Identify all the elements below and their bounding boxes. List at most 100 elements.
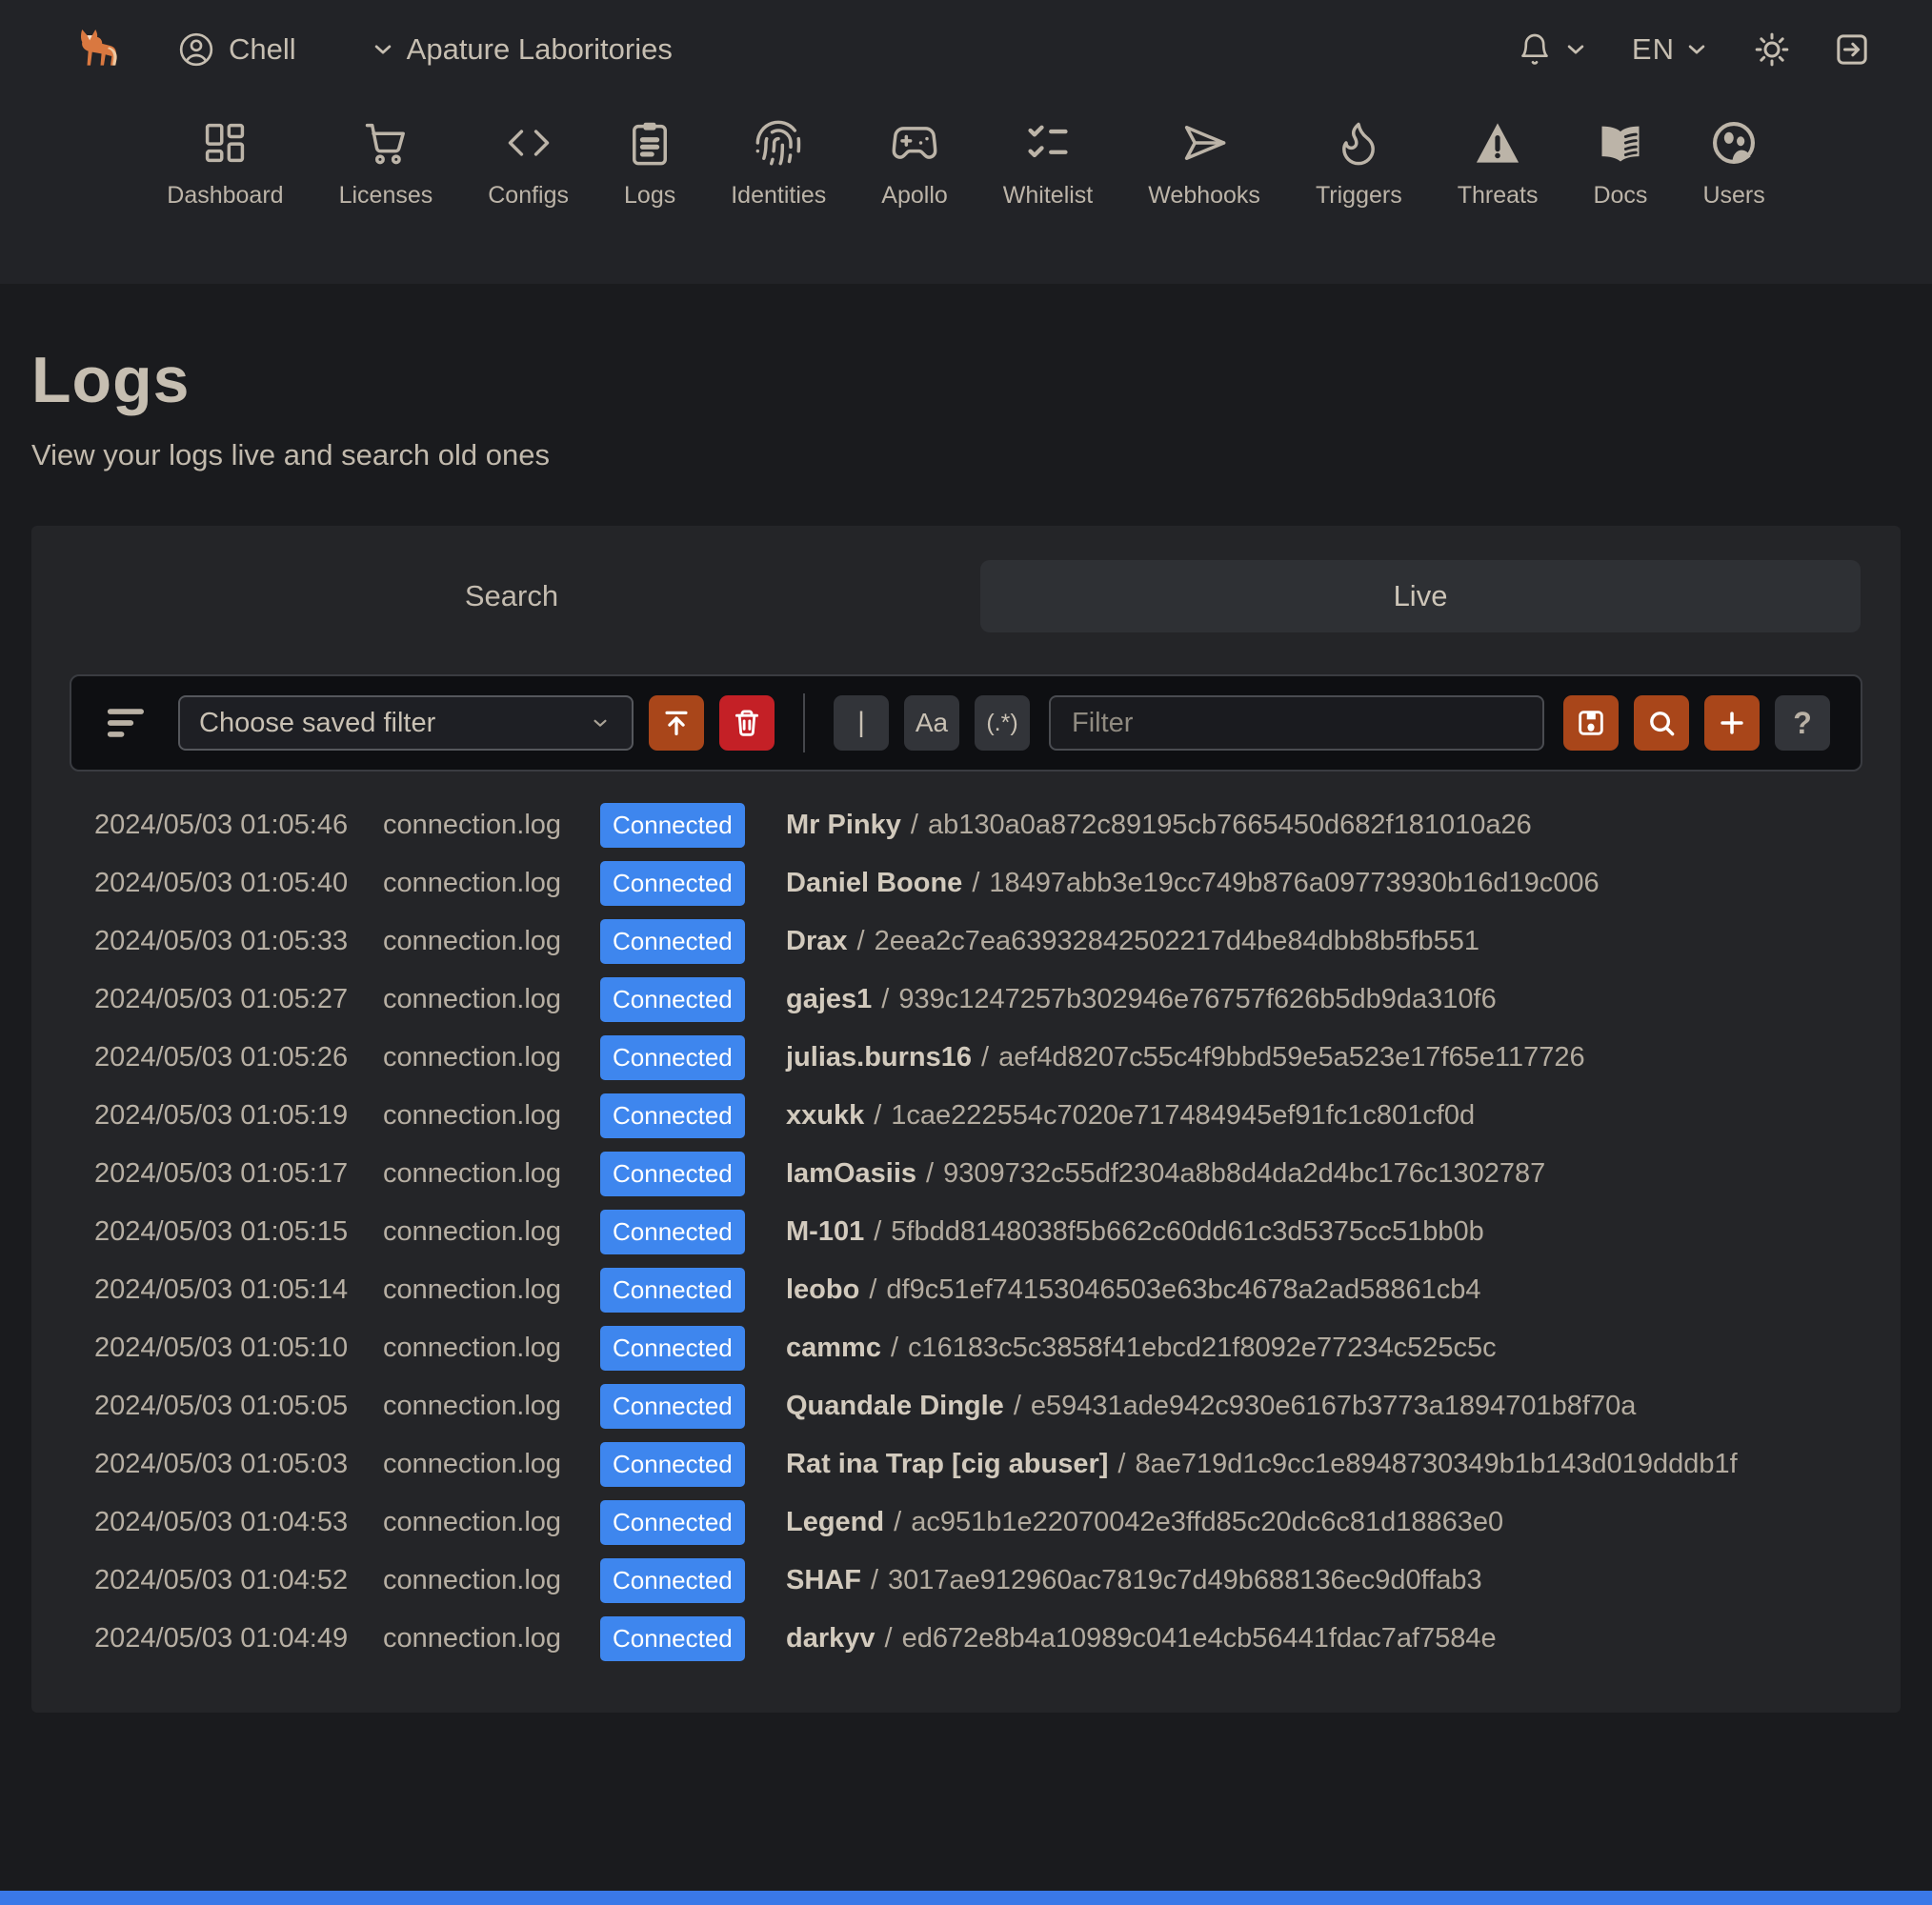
chevron-down-icon (594, 719, 607, 727)
logout-button[interactable] (1833, 30, 1871, 69)
log-row: 2024/05/03 01:04:49 connection.log Conne… (94, 1610, 1901, 1668)
nav-item-threats[interactable]: Threats (1458, 118, 1538, 210)
delete-filter-button[interactable] (719, 695, 775, 751)
log-hash: 18497abb3e19cc749b876a09773930b16d19c006 (989, 868, 1600, 898)
log-timestamp: 2024/05/03 01:04:52 (94, 1565, 349, 1595)
save-filter-button[interactable] (1563, 695, 1619, 751)
nav-item-configs[interactable]: Configs (488, 118, 569, 210)
nav-item-identities[interactable]: Identities (731, 118, 826, 210)
log-user-name: SHAF (786, 1565, 861, 1595)
upload-icon (665, 711, 688, 735)
status-badge: Connected (600, 1384, 745, 1429)
help-button[interactable]: ? (1775, 695, 1830, 751)
match-case-toggle[interactable]: Aa (904, 695, 959, 751)
bell-icon (1521, 33, 1548, 65)
log-file: connection.log (383, 1565, 562, 1595)
tab-live[interactable]: Live (980, 560, 1861, 632)
log-user-name: leobo (786, 1274, 860, 1305)
bottom-bar (0, 1891, 1932, 1905)
save-icon (1579, 711, 1603, 735)
log-message: cammc / c16183c5c3858f41ebcd21f8092e77234c… (786, 1333, 1497, 1364)
whole-word-toggle[interactable]: | (834, 695, 889, 751)
nav-item-docs[interactable]: Docs (1593, 118, 1647, 210)
log-file: connection.log (383, 1333, 562, 1363)
toolbar-divider (803, 693, 805, 752)
warning-icon (1476, 123, 1519, 163)
log-row: 2024/05/03 01:05:19 connection.log Conne… (94, 1087, 1901, 1145)
logs-tabbar: Search Live (31, 526, 1901, 632)
log-hash: df9c51ef74153046503e63bc4678a2ad58861cb4 (886, 1274, 1481, 1305)
log-timestamp: 2024/05/03 01:05:26 (94, 1042, 349, 1073)
log-file: connection.log (383, 1100, 562, 1131)
nav-item-logs[interactable]: Logs (624, 118, 675, 210)
log-file: connection.log (383, 1274, 562, 1305)
nav-item-whitelist[interactable]: Whitelist (1003, 118, 1093, 210)
saved-filter-value: Choose saved filter (199, 707, 436, 738)
status-badge: Connected (600, 1268, 745, 1313)
log-message: leobo / df9c51ef74153046503e63bc4678a2ad58… (786, 1274, 1481, 1306)
nav-label: Licenses (338, 182, 433, 209)
log-status-cell: Connected (600, 1152, 786, 1196)
log-hash: c16183c5c3858f41ebcd21f8092e77234c525c5c (908, 1333, 1497, 1363)
log-row: 2024/05/03 01:05:10 connection.log Conne… (94, 1319, 1901, 1377)
tab-search[interactable]: Search (71, 560, 952, 632)
language-selector[interactable]: EN (1632, 32, 1711, 67)
log-row: 2024/05/03 01:05:17 connection.log Conne… (94, 1145, 1901, 1203)
regex-toggle[interactable]: (.*) (975, 695, 1030, 751)
saved-filter-select[interactable]: Choose saved filter (178, 695, 634, 751)
log-status-cell: Connected (600, 1210, 786, 1254)
add-filter-button[interactable] (1704, 695, 1760, 751)
import-filter-button[interactable] (649, 695, 704, 751)
log-user-name: cammc (786, 1333, 881, 1363)
log-message: Mr Pinky / ab130a0a872c89195cb7665450d682f… (786, 810, 1532, 841)
log-hash: 8ae719d1c9cc1e8948730349b1b143d019dddb1f (1135, 1449, 1738, 1479)
log-file: connection.log (383, 1042, 562, 1073)
log-row: 2024/05/03 01:05:05 connection.log Conne… (94, 1377, 1901, 1435)
log-hash: 1cae222554c7020e717484945ef91fc1c801cf0d (891, 1100, 1476, 1131)
status-badge: Connected (600, 1152, 745, 1196)
log-status-cell: Connected (600, 1326, 786, 1371)
log-row: 2024/05/03 01:05:27 connection.log Conne… (94, 971, 1901, 1029)
trash-icon (735, 710, 759, 736)
sun-icon (1755, 32, 1789, 67)
nav-label: Apollo (881, 182, 948, 209)
log-hash: 939c1247257b302946e76757f626b5db9da310f6 (898, 984, 1497, 1014)
log-file: connection.log (383, 868, 562, 898)
log-separator: / (981, 1042, 990, 1073)
log-status-cell: Connected (600, 1384, 786, 1429)
nav-label: Webhooks (1148, 182, 1260, 209)
log-timestamp: 2024/05/03 01:05:10 (94, 1333, 349, 1363)
send-icon (1184, 126, 1226, 160)
user-menu[interactable]: Chell (177, 30, 296, 69)
log-user-name: M-101 (786, 1216, 865, 1247)
fox-logo[interactable] (70, 23, 124, 76)
nav-item-licenses[interactable]: Licenses (339, 118, 433, 210)
log-user-name: Rat ina Trap [cig abuser] (786, 1449, 1109, 1479)
status-badge: Connected (600, 1558, 745, 1603)
nav-item-users[interactable]: Users (1702, 118, 1765, 210)
nav-item-webhooks[interactable]: Webhooks (1148, 118, 1260, 210)
nav-item-triggers[interactable]: Triggers (1316, 118, 1402, 210)
log-status-cell: Connected (600, 977, 786, 1022)
status-badge: Connected (600, 1210, 745, 1254)
search-button[interactable] (1634, 695, 1689, 751)
log-user-name: xxukk (786, 1100, 865, 1131)
theme-toggle-button[interactable] (1753, 30, 1791, 69)
log-separator: / (1117, 1449, 1126, 1479)
log-user-name: gajes1 (786, 984, 873, 1014)
filter-input[interactable] (1049, 695, 1544, 751)
nav-item-apollo[interactable]: Apollo (881, 118, 948, 210)
log-file: connection.log (383, 1216, 562, 1247)
log-separator: / (884, 1623, 893, 1654)
org-selector[interactable]: Apature Laboritories (369, 32, 673, 67)
clipboard-icon (633, 122, 668, 166)
log-status-cell: Connected (600, 1442, 786, 1487)
log-row: 2024/05/03 01:04:52 connection.log Conne… (94, 1552, 1901, 1610)
sort-lines-icon[interactable] (102, 698, 151, 748)
log-row: 2024/05/03 01:05:33 connection.log Conne… (94, 912, 1901, 971)
org-name: Apature Laboritories (406, 32, 673, 66)
nav-item-dashboard[interactable]: Dashboard (167, 118, 284, 210)
chevron-down-icon (374, 45, 391, 54)
notifications-button[interactable] (1516, 30, 1590, 69)
log-file: connection.log (383, 1507, 562, 1537)
